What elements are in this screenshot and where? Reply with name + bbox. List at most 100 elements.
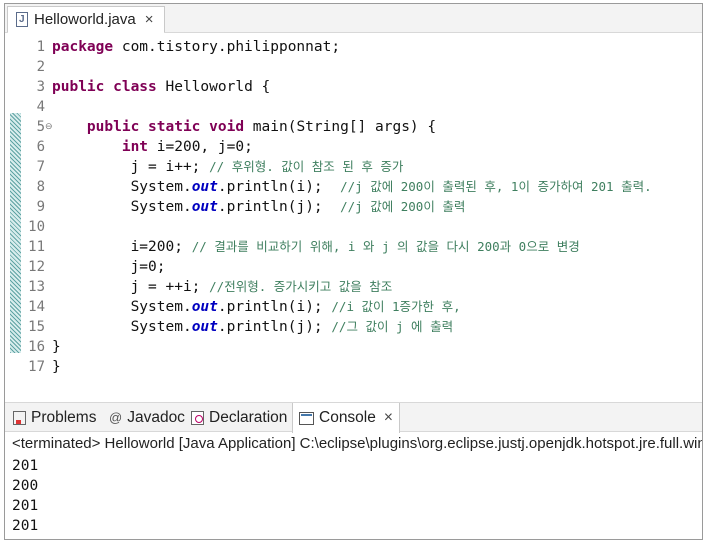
code-line[interactable]: 3 public class Helloworld { — [5, 77, 702, 97]
line-number: 11 — [28, 239, 45, 255]
console-output-line: 201 — [12, 498, 39, 514]
code-line[interactable]: 17} — [5, 357, 702, 377]
code-line[interactable]: 14 System.out.println(i); //i 값이 1증가한 후, — [5, 297, 702, 317]
code-line[interactable]: 8 System.out.println(i); //j 값에 200이 출력된… — [5, 177, 702, 197]
line-number: 17 — [28, 359, 45, 375]
eclipse-window: J Helloworld.java × 1 package com.tistory… — [4, 3, 703, 540]
code-text: public static void main(String[] args) { — [52, 117, 436, 137]
code-text: j=0; — [52, 257, 166, 277]
code-line[interactable]: 9 System.out.println(j); //j 값에 200이 출력 — [5, 197, 702, 217]
line-number: 12 — [28, 259, 45, 275]
line-number: 9 — [36, 199, 45, 215]
code-token: } — [52, 339, 61, 355]
line-number: 2 — [36, 59, 45, 75]
code-token: j = ++i; — [52, 279, 210, 295]
code-token: com.tistory.philipponnat; — [113, 39, 341, 55]
declaration-icon — [191, 410, 204, 425]
comment-token: //전위형. 증가시키고 값을 참조 — [209, 279, 393, 294]
console-output-line: 200 — [12, 478, 39, 494]
code-token: } — [52, 359, 61, 375]
code-line[interactable]: 2 — [5, 57, 702, 77]
code-line[interactable]: 7 j = i++; // 후위형. 값이 참조 된 후 증가 — [5, 157, 702, 177]
close-icon[interactable]: × — [145, 11, 154, 28]
code-text: } — [52, 337, 61, 357]
line-number: 1 — [36, 39, 45, 55]
comment-token: //j 값에 200이 출력 — [340, 199, 466, 214]
keyword-token: public class — [52, 79, 157, 95]
problems-icon — [13, 410, 26, 425]
code-token: i=200, j=0; — [148, 139, 253, 155]
close-icon[interactable]: × — [384, 409, 393, 427]
code-text: System.out.println(i); //j 값에 200이 출력된 후… — [52, 177, 652, 197]
line-number: 16 — [28, 339, 45, 355]
line-number: 10 — [28, 219, 45, 235]
field-token: out — [191, 179, 218, 195]
code-text: i=200; // 결과를 비교하기 위해, i 와 j 의 값을 다시 200… — [52, 237, 580, 257]
tab-problems[interactable]: Problems — [13, 403, 96, 432]
code-token: j=0; — [52, 259, 166, 275]
code-token: i=200; — [52, 239, 192, 255]
keyword-token: public static void — [86, 119, 245, 135]
tab-javadoc[interactable]: @ Javadoc — [109, 403, 185, 432]
code-text: System.out.println(i); //i 값이 1증가한 후, — [52, 297, 461, 317]
comment-token: //그 값이 j 에 출력 — [331, 319, 454, 334]
code-token: .println(i); — [217, 299, 332, 315]
code-text: System.out.println(j); //그 값이 j 에 출력 — [52, 317, 454, 337]
line-number: 3 — [36, 79, 45, 95]
code-line[interactable]: 5 ⊖ public static void main(String[] args… — [5, 117, 702, 137]
code-text: System.out.println(j); //j 값에 200이 출력 — [52, 197, 466, 217]
code-token: System. — [52, 179, 192, 195]
comment-token: // 후위형. 값이 참조 된 후 증가 — [209, 159, 404, 174]
line-number: 4 — [36, 99, 45, 115]
code-text: } — [52, 357, 61, 377]
code-text: int i=200, j=0; — [52, 137, 253, 157]
editor-tab-helloworld[interactable]: J Helloworld.java × — [7, 6, 165, 33]
code-token: Helloworld { — [156, 79, 271, 95]
code-text: public class Helloworld { — [52, 77, 270, 97]
code-token: .println(j); — [217, 199, 341, 215]
code-token: j = i++; — [52, 159, 210, 175]
line-number: 13 — [28, 279, 45, 295]
code-line[interactable]: 1 package com.tistory.philipponnat; — [5, 37, 702, 57]
code-text: j = i++; // 후위형. 값이 참조 된 후 증가 — [52, 157, 404, 177]
console-icon — [299, 411, 314, 425]
code-line[interactable]: 11 i=200; // 결과를 비교하기 위해, i 와 j 의 값을 다시 … — [5, 237, 702, 257]
code-token: System. — [52, 299, 192, 315]
line-number: 6 — [36, 139, 45, 155]
line-number: 7 — [36, 159, 45, 175]
code-line[interactable]: 10 — [5, 217, 702, 237]
console-output-line: 201 — [12, 518, 39, 534]
code-line[interactable]: 13 j = ++i; //전위형. 증가시키고 값을 참조 — [5, 277, 702, 297]
console-tab-bar: Problems @ Javadoc Declaration Console × — [5, 402, 702, 433]
field-token: out — [191, 199, 218, 215]
keyword-token: int — [121, 139, 149, 155]
code-token: System. — [52, 319, 192, 335]
code-line[interactable]: 16} — [5, 337, 702, 357]
tab-console[interactable]: Console × — [292, 403, 400, 433]
field-token: out — [191, 299, 218, 315]
console-status: <terminated> Helloworld [Java Applicatio… — [12, 435, 702, 452]
code-line[interactable]: 15 System.out.println(j); //그 값이 j 에 출력 — [5, 317, 702, 337]
line-number: 8 — [36, 179, 45, 195]
keyword-token: package — [52, 39, 114, 55]
code-editor[interactable]: 1 package com.tistory.philipponnat; 2 3 publ… — [5, 33, 702, 379]
editor-tab-bar: J Helloworld.java × — [5, 4, 702, 33]
comment-token: //i 값이 1증가한 후, — [331, 299, 461, 314]
javadoc-icon: @ — [109, 410, 123, 425]
code-token: System. — [52, 199, 192, 215]
code-line[interactable]: 4 — [5, 97, 702, 117]
java-file-icon: J — [16, 12, 28, 27]
code-text: package com.tistory.philipponnat; — [52, 37, 340, 57]
code-line[interactable]: 6 int i=200, j=0; — [5, 137, 702, 157]
tab-declaration[interactable]: Declaration — [191, 403, 287, 432]
tab-console-label: Console — [319, 409, 376, 426]
code-text: j = ++i; //전위형. 증가시키고 값을 참조 — [52, 277, 393, 297]
code-token: main(String[] args) { — [244, 119, 437, 135]
tab-problems-label: Problems — [31, 408, 97, 426]
code-line[interactable]: 12 j=0; — [5, 257, 702, 277]
tab-javadoc-label: Javadoc — [127, 408, 185, 426]
field-token: out — [191, 319, 218, 335]
code-token: .println(j); — [217, 319, 332, 335]
